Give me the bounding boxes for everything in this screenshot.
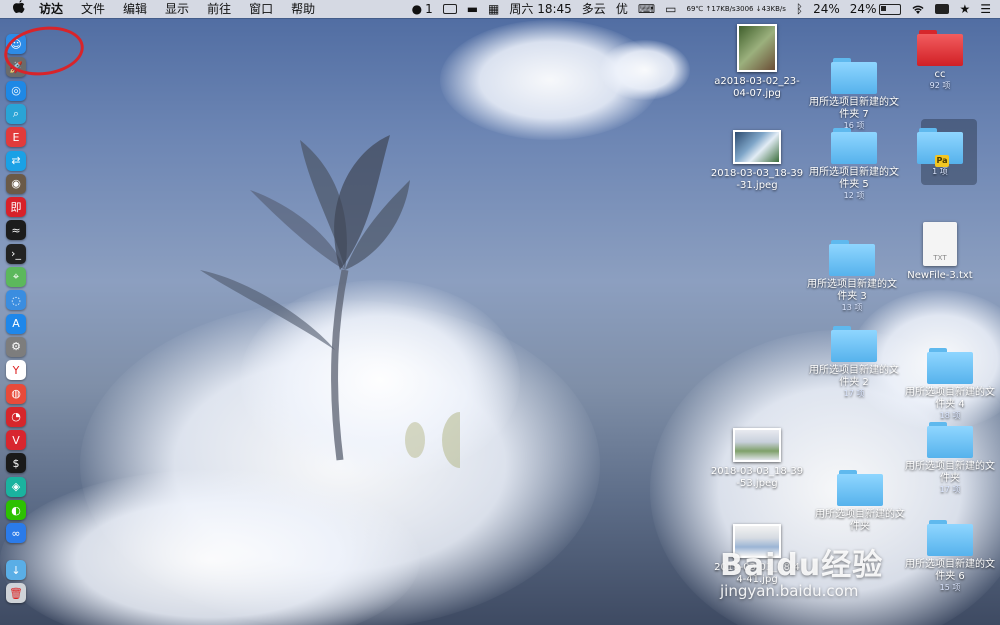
menu-finder[interactable]: 访达 [30, 0, 72, 18]
item-count: 17 项 [843, 389, 865, 398]
cpu-usage-text[interactable]: 24% [808, 0, 845, 18]
status-area: ● 1 ▬ ▦ 周六 18:45 多云 优 ⌨ ▭ 69℃ ↑17KB/s 30… [407, 0, 1000, 18]
wechat-icon[interactable]: ◐ [6, 500, 26, 520]
folder-icon [831, 58, 877, 94]
system-preferences-icon[interactable]: ⚙ [6, 336, 26, 357]
item-label: 用所选项目新建的文 件夹 4 [905, 387, 995, 410]
baidu-netdisk-icon[interactable]: ∞ [6, 523, 26, 544]
air-quality-text[interactable]: 优 [611, 0, 633, 18]
menu-edit[interactable]: 编辑 [114, 0, 156, 18]
item-count: 92 项 [929, 81, 951, 90]
folder-item[interactable]: cc 92 项 [885, 30, 995, 91]
battery-icon [879, 3, 902, 15]
folder-item[interactable]: 用所选项目新建的文 件夹 4 18 项 [895, 348, 1000, 421]
yandex-icon[interactable]: Y [6, 360, 26, 381]
folder-icon [927, 422, 973, 458]
item-label: 用所选项目新建的文 件夹 2 [809, 365, 899, 388]
item-count: 13 项 [841, 303, 863, 312]
watermark-url: jingyan.baidu.com [720, 582, 859, 600]
bluetooth-icon[interactable]: ᛒ [791, 0, 808, 18]
app-red-square-icon[interactable]: 即 [6, 197, 26, 218]
folder-icon [837, 470, 883, 506]
menu-window[interactable]: 窗口 [240, 0, 282, 18]
wechat-count: 1 [425, 2, 433, 16]
battery-percent-text: 24% [849, 2, 877, 16]
drive-icon[interactable]: ▭ [660, 0, 681, 18]
item-label: 用所选项目新建的文 件夹 7 [809, 97, 899, 120]
watermark: Baidu经验 jingyan.baidu.com [720, 540, 990, 600]
iterm-icon[interactable]: $ [6, 453, 26, 474]
folder-icon: Pa [917, 128, 963, 167]
maps-icon[interactable]: ⌖ [6, 267, 26, 287]
trash-icon[interactable]: 🗑 [6, 583, 26, 603]
clock-text[interactable]: 周六 18:45 [504, 0, 576, 18]
item-label: 用所选项目新建的文 件夹 3 [807, 279, 897, 302]
apple-menu-icon[interactable] [8, 0, 30, 18]
image-thumbnail [733, 130, 781, 164]
control-icon[interactable]: ▬ [462, 0, 483, 18]
folder-item[interactable]: Pa 1 项 [885, 128, 995, 177]
image-file[interactable]: a2018-03-02_23- 04-07.jpg [702, 24, 812, 100]
app-store-icon[interactable]: A [6, 313, 26, 334]
siri-icon[interactable]: ◌ [6, 290, 26, 311]
item-label: cc [934, 69, 946, 80]
vivaldi-icon[interactable]: V [6, 430, 26, 451]
keyboard-icon[interactable]: ⌨ [633, 0, 660, 18]
item-label: 2018-03-03_18-39 -53.jpeg [710, 466, 804, 489]
image-thumbnail [733, 428, 781, 462]
file-type-label: TXT [933, 254, 947, 262]
grid-icon[interactable]: ▦ [483, 0, 504, 18]
item-count: 18 项 [939, 411, 961, 420]
safari-icon[interactable]: ◎ [6, 80, 26, 101]
watermark-brand: Baidu经验 [720, 548, 884, 583]
folder-icon [831, 128, 877, 164]
temperature-text: 69℃ [686, 5, 704, 13]
app-status-icon[interactable] [930, 4, 954, 14]
menu-file[interactable]: 文件 [72, 0, 114, 18]
chrome-icon[interactable]: ◍ [6, 383, 26, 404]
app-teal-icon[interactable]: ◈ [6, 476, 26, 497]
item-count: 12 项 [843, 191, 865, 200]
downloads-folder-icon[interactable]: ↓ [6, 560, 26, 580]
activity-monitor-icon[interactable]: ≈ [6, 220, 26, 241]
battery-status[interactable]: 24% [845, 0, 907, 18]
folder-icon [927, 348, 973, 384]
net-up-text: ↑17KB/s [705, 5, 736, 13]
menu-list-icon[interactable]: ☰ [975, 0, 996, 18]
folder-item[interactable]: 用所选项目新建的文 件夹 3 13 项 [797, 240, 907, 313]
item-count: 1 项 [932, 167, 948, 176]
item-label: 2018-03-03_18-39 -31.jpeg [710, 168, 804, 191]
weather-text[interactable]: 多云 [577, 0, 611, 18]
wechat-status[interactable]: ● 1 [407, 0, 438, 18]
folder-icon [831, 326, 877, 362]
star-icon[interactable]: ★ [954, 0, 975, 18]
image-file[interactable]: 2018-03-03_18-39 -53.jpeg [702, 428, 812, 490]
text-document-icon: TXT [923, 222, 957, 266]
menu-bar: 访达 文件 编辑 显示 前往 窗口 帮助 ● 1 ▬ ▦ 周六 18:45 多云… [0, 0, 1000, 18]
terminal-icon[interactable]: ›_ [6, 243, 26, 264]
net-down-text: ↓43KB/s [755, 5, 786, 13]
photo-app-icon[interactable]: ◉ [6, 173, 26, 194]
fan-speed-text: 3006 [735, 5, 754, 13]
app-red-icon[interactable]: E [6, 127, 26, 148]
wifi-icon[interactable] [906, 4, 930, 15]
folder-icon [829, 240, 875, 276]
preview-icon[interactable]: ⌕ [6, 103, 26, 124]
airplay-icon[interactable] [438, 4, 462, 14]
image-thumbnail [737, 24, 777, 72]
image-file[interactable]: 2018-03-03_18-39 -31.jpeg [702, 130, 812, 192]
migration-icon[interactable]: ⇄ [6, 150, 26, 171]
sensor-readout[interactable]: 69℃ ↑17KB/s 3006 ↓43KB/s [682, 0, 791, 18]
plant-illustration [200, 135, 460, 468]
menu-go[interactable]: 前往 [198, 0, 240, 18]
red-folder-icon [917, 30, 963, 66]
netease-music-icon[interactable]: ◔ [6, 406, 26, 427]
folder-item[interactable]: 用所选项目新建的文 件夹 2 17 项 [799, 326, 909, 399]
pa-badge: Pa [935, 155, 949, 167]
menu-help[interactable]: 帮助 [282, 0, 324, 18]
item-label: a2018-03-02_23- 04-07.jpg [714, 76, 800, 99]
menu-view[interactable]: 显示 [156, 0, 198, 18]
wechat-status-icon: ● [411, 2, 423, 16]
